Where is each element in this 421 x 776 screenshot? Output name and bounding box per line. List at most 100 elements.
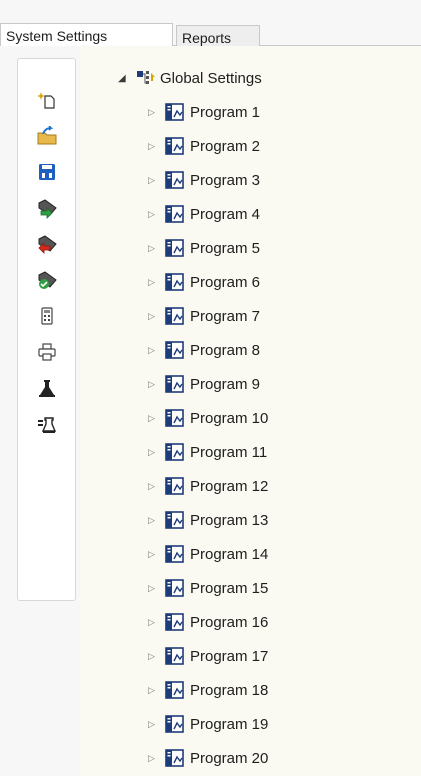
tree-item-program[interactable]: ▷ Program 10 (148, 404, 268, 432)
window-top-strip (0, 0, 421, 10)
tree-item-label: Program 17 (190, 647, 269, 665)
collapsed-arrow-icon[interactable]: ▷ (148, 447, 162, 458)
collapsed-arrow-icon[interactable]: ▷ (148, 107, 162, 118)
expanded-arrow-icon[interactable]: ◢ (118, 73, 132, 84)
program-icon (165, 103, 184, 121)
import-button[interactable] (32, 193, 62, 223)
tree-item-program[interactable]: ▷ Program 7 (148, 302, 260, 330)
tree-item-program[interactable]: ▷ Program 11 (148, 438, 267, 466)
tree-item-label: Program 15 (190, 579, 269, 597)
global-settings-icon (137, 71, 155, 84)
tree-item-label: Program 11 (190, 443, 268, 461)
tree-item-label: Program 9 (190, 375, 261, 393)
print-button[interactable] (32, 337, 62, 367)
collapsed-arrow-icon[interactable]: ▷ (148, 753, 162, 764)
tree-item-program[interactable]: ▷ Program 9 (148, 370, 260, 398)
tree-item-label: Program 4 (190, 205, 261, 223)
collapsed-arrow-icon[interactable]: ▷ (148, 345, 162, 356)
collapsed-arrow-icon[interactable]: ▷ (148, 719, 162, 730)
settings-tree: ◢ Global Settings ▷ Program 1 ▷ Program 2 ▷ P… (80, 46, 421, 776)
verify-icon (38, 271, 57, 289)
verify-button[interactable] (32, 265, 62, 295)
program-icon (165, 375, 184, 393)
lab-button[interactable] (32, 373, 62, 403)
tree-item-program[interactable]: ▷ Program 3 (148, 166, 260, 194)
tree-item-program[interactable]: ▷ Program 16 (148, 608, 268, 636)
program-icon (165, 239, 184, 257)
collapsed-arrow-icon[interactable]: ▷ (148, 243, 162, 254)
tree-item-program[interactable]: ▷ Program 20 (148, 744, 268, 772)
collapsed-arrow-icon[interactable]: ▷ (148, 515, 162, 526)
save-icon (39, 164, 55, 180)
tree-item-label: Program 14 (190, 545, 269, 563)
collapsed-arrow-icon[interactable]: ▷ (148, 277, 162, 288)
new-button[interactable] (32, 85, 62, 115)
tree-item-program[interactable]: ▷ Program 2 (148, 132, 260, 160)
tree-item-program[interactable]: ▷ Program 4 (148, 200, 260, 228)
collapsed-arrow-icon[interactable]: ▷ (148, 141, 162, 152)
tree-item-label: Program 2 (190, 137, 261, 155)
save-button[interactable] (32, 157, 62, 187)
tab-reports[interactable]: Reports (176, 25, 260, 47)
tree-item-program[interactable]: ▷ Program 17 (148, 642, 268, 670)
tree-item-program[interactable]: ▷ Program 5 (148, 234, 260, 262)
tree-item-program[interactable]: ▷ Program 6 (148, 268, 260, 296)
import-icon (38, 199, 57, 219)
calculator-button[interactable] (32, 301, 62, 331)
program-icon (165, 307, 184, 325)
tree-item-program[interactable]: ▷ Program 8 (148, 336, 260, 364)
tree-item-label: Program 13 (190, 511, 269, 529)
collapsed-arrow-icon[interactable]: ▷ (148, 413, 162, 424)
collapsed-arrow-icon[interactable]: ▷ (148, 379, 162, 390)
test-button[interactable] (32, 409, 62, 439)
main-content: ◢ Global Settings ▷ Program 1 ▷ Program 2 ▷ P… (0, 46, 421, 776)
collapsed-arrow-icon[interactable]: ▷ (148, 651, 162, 662)
tree-item-program[interactable]: ▷ Program 15 (148, 574, 268, 602)
program-icon (165, 613, 184, 631)
vertical-toolbar (17, 58, 76, 601)
tree-item-program[interactable]: ▷ Program 13 (148, 506, 268, 534)
tree-item-program[interactable]: ▷ Program 18 (148, 676, 268, 704)
tree-item-program[interactable]: ▷ Program 12 (148, 472, 268, 500)
collapsed-arrow-icon[interactable]: ▷ (148, 549, 162, 560)
collapsed-arrow-icon[interactable]: ▷ (148, 685, 162, 696)
tree-item-label: Program 7 (190, 307, 261, 325)
export-button[interactable] (32, 229, 62, 259)
tree-item-program[interactable]: ▷ Program 19 (148, 710, 268, 738)
tab-system-settings[interactable]: System Settings (0, 23, 173, 47)
tree-item-label: Program 8 (190, 341, 261, 359)
tree-item-program[interactable]: ▷ Program 1 (148, 98, 260, 126)
program-icon (165, 171, 184, 189)
open-folder-icon (37, 126, 57, 145)
program-icon (165, 273, 184, 291)
new-icon (37, 92, 55, 109)
test-tube-icon (38, 417, 57, 433)
calculator-icon (41, 307, 53, 325)
tree-item-label: Program 10 (190, 409, 269, 427)
tree-item-label: Program 12 (190, 477, 269, 495)
collapsed-arrow-icon[interactable]: ▷ (148, 481, 162, 492)
tree-item-label: Program 20 (190, 749, 269, 767)
print-icon (38, 343, 56, 361)
collapsed-arrow-icon[interactable]: ▷ (148, 617, 162, 628)
collapsed-arrow-icon[interactable]: ▷ (148, 175, 162, 186)
program-icon (165, 443, 184, 461)
program-icon (165, 477, 184, 495)
tree-item-label: Program 3 (190, 171, 261, 189)
program-icon (165, 341, 184, 359)
flask-icon (39, 380, 55, 397)
program-icon (165, 681, 184, 699)
program-icon (165, 545, 184, 563)
tree-item-label: Program 6 (190, 273, 261, 291)
tree-root-label: Global Settings (160, 69, 262, 87)
tree-root-global-settings[interactable]: ◢ Global Settings (118, 64, 262, 92)
collapsed-arrow-icon[interactable]: ▷ (148, 311, 162, 322)
collapsed-arrow-icon[interactable]: ▷ (148, 583, 162, 594)
tree-item-program[interactable]: ▷ Program 14 (148, 540, 268, 568)
tree-item-label: Program 5 (190, 239, 261, 257)
tree-item-label: Program 1 (190, 103, 261, 121)
open-button[interactable] (32, 121, 62, 151)
collapsed-arrow-icon[interactable]: ▷ (148, 209, 162, 220)
program-icon (165, 137, 184, 155)
program-icon (165, 749, 184, 767)
